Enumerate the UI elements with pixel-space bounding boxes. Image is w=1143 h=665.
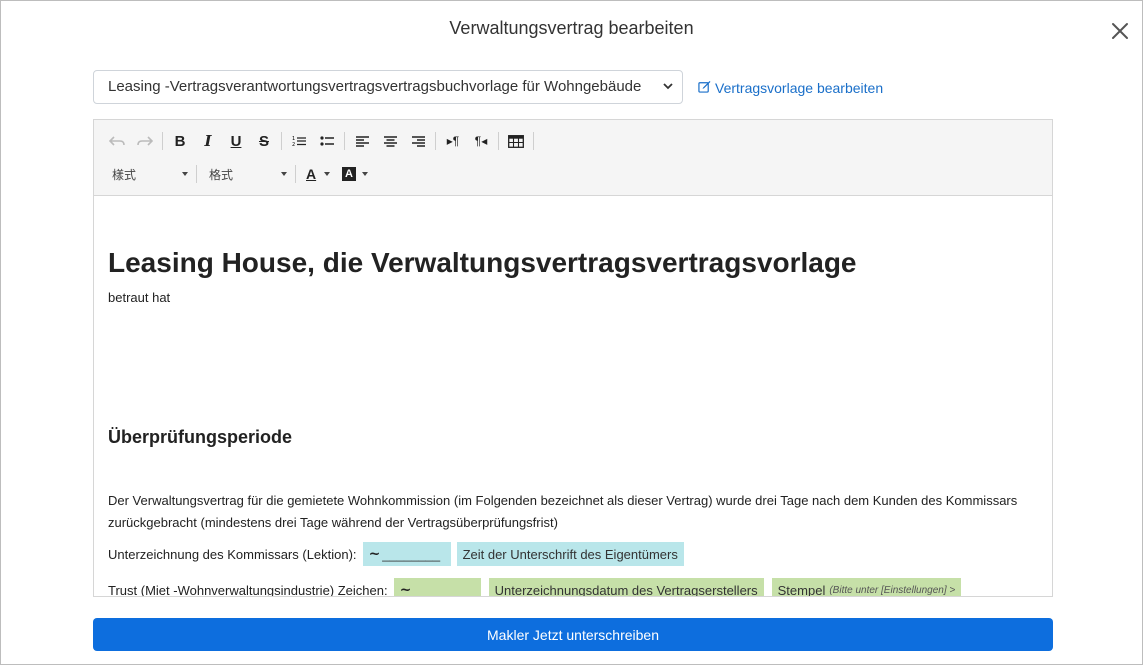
rtl-icon[interactable]: ¶◂: [470, 130, 492, 152]
contract-paragraph: Der Verwaltungsvertrag für die gemietete…: [108, 493, 1018, 530]
edit-template-label: Vertragsvorlage bearbeiten: [715, 80, 884, 96]
toolbar-separator: [435, 132, 436, 150]
ordered-list-icon[interactable]: 12: [288, 130, 310, 152]
owner-signature-time-label: Zeit der Unterschrift des Eigentümers: [462, 546, 678, 562]
format-dropdown-label: 格式: [209, 167, 234, 182]
edit-icon: [698, 80, 711, 96]
table-icon[interactable]: [505, 130, 527, 152]
broker-sign-now-button[interactable]: Makler Jetzt unterschreiben: [93, 618, 1053, 651]
toolbar-separator: [498, 132, 499, 150]
commissioner-signature-field[interactable]: ~ ________: [362, 542, 451, 566]
stamp-field[interactable]: Stempel (Bitte unter [Einstellungen] >: [771, 578, 962, 597]
align-center-icon[interactable]: [379, 130, 401, 152]
trust-signature-line: Trust (Miet -Wohnverwaltungsindustrie) Z…: [108, 578, 962, 597]
caret-down-icon: [362, 172, 368, 176]
section-heading: Überprüfungsperiode: [108, 427, 293, 447]
bold-icon[interactable]: B: [169, 130, 191, 152]
trust-signature-field[interactable]: ~: [393, 578, 481, 597]
chevron-down-icon: [662, 71, 674, 103]
style-dropdown-label: 樣式: [112, 167, 137, 182]
toolbar-separator: [196, 165, 197, 183]
trust-signature-label: Trust (Miet -Wohnverwaltungsindustrie) Z…: [108, 582, 388, 597]
undo-icon[interactable]: [106, 130, 128, 152]
editor-toolbar: B I U S 12 ▸¶ ¶◂ 樣式 格式 A A: [94, 120, 1052, 196]
stamp-label: Stempel: [777, 582, 826, 597]
caret-down-icon: [182, 172, 188, 176]
redo-icon[interactable]: [134, 130, 156, 152]
ltr-icon[interactable]: ▸¶: [442, 130, 464, 152]
format-dropdown[interactable]: 格式: [203, 163, 287, 185]
signature-icon: ~: [399, 582, 412, 597]
contract-creator-date-field[interactable]: Unterzeichnungsdatum des Vertragserstell…: [488, 578, 764, 597]
toolbar-separator: [162, 132, 163, 150]
toolbar-row-2: 樣式 格式 A A: [106, 163, 376, 185]
toolbar-row-1: B I U S 12 ▸¶ ¶◂: [106, 130, 540, 152]
caret-down-icon: [324, 172, 330, 176]
rich-text-editor: B I U S 12 ▸¶ ¶◂ 樣式 格式 A A Leasing House…: [93, 119, 1053, 597]
owner-signature-time-field[interactable]: Zeit der Unterschrift des Eigentümers: [456, 542, 684, 566]
font-color-icon[interactable]: A: [302, 163, 330, 185]
commissioner-signature-label: Unterzeichnung des Kommissars (Lektion):: [108, 546, 357, 562]
strikethrough-icon[interactable]: S: [253, 130, 275, 152]
contract-creator-date-label: Unterzeichnungsdatum des Vertragserstell…: [494, 582, 758, 597]
stamp-hint: (Bitte unter [Einstellungen] >: [829, 584, 956, 596]
align-left-icon[interactable]: [351, 130, 373, 152]
align-right-icon[interactable]: [407, 130, 429, 152]
edit-contract-modal: Verwaltungsvertrag bearbeiten Leasing -V…: [0, 0, 1143, 665]
template-select-value: Leasing -Vertragsverantwortungsvertragsv…: [108, 78, 642, 95]
close-icon[interactable]: [1110, 21, 1130, 41]
toolbar-separator: [344, 132, 345, 150]
signature-placeholder: ________: [382, 546, 441, 562]
template-select[interactable]: Leasing -Vertragsverantwortungsvertragsv…: [93, 70, 683, 104]
signature-icon: ~: [368, 546, 381, 562]
document-title: Leasing House, die Verwaltungsvertragsve…: [108, 247, 857, 278]
italic-icon[interactable]: I: [197, 130, 219, 152]
toolbar-separator: [281, 132, 282, 150]
toolbar-separator: [533, 132, 534, 150]
style-dropdown[interactable]: 樣式: [106, 163, 188, 185]
svg-text:2: 2: [292, 142, 295, 147]
caret-down-icon: [281, 172, 287, 176]
underline-icon[interactable]: U: [225, 130, 247, 152]
edit-template-link[interactable]: Vertragsvorlage bearbeiten: [698, 80, 883, 96]
editor-content[interactable]: Leasing House, die Verwaltungsvertragsve…: [94, 196, 1052, 596]
commissioner-signature-line: Unterzeichnung des Kommissars (Lektion):…: [108, 542, 684, 566]
toolbar-separator: [295, 165, 296, 183]
background-color-icon[interactable]: A: [338, 163, 368, 185]
unordered-list-icon[interactable]: [316, 130, 338, 152]
document-subtitle: betraut hat: [108, 290, 171, 305]
modal-title: Verwaltungsvertrag bearbeiten: [449, 18, 694, 38]
